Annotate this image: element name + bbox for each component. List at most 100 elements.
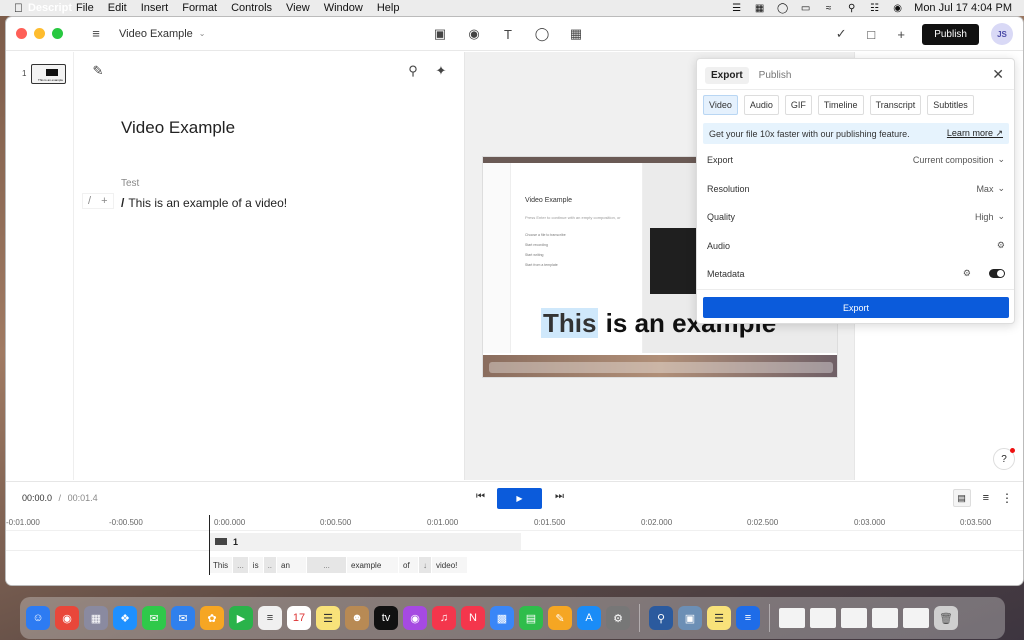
gap-block[interactable]: ...	[233, 557, 249, 573]
skip-forward-icon[interactable]: ⏭	[555, 491, 564, 502]
close-icon[interactable]: ✕	[992, 66, 1004, 83]
notes-icon[interactable]: ☰	[316, 606, 340, 630]
format-video[interactable]: Video	[703, 95, 738, 115]
document-title-dropdown[interactable]: Video Example ⌄	[119, 28, 206, 40]
menu-edit[interactable]: Edit	[108, 2, 127, 14]
menu-window[interactable]: Window	[324, 2, 363, 14]
pages-icon[interactable]: ✎	[548, 606, 572, 630]
shapes-icon[interactable]: ◯	[533, 25, 551, 43]
export-button[interactable]: Export	[703, 297, 1009, 318]
publish-button[interactable]: Publish	[922, 23, 979, 45]
format-transcript[interactable]: Transcript	[869, 95, 922, 115]
audio-settings-icon[interactable]: ⚙	[997, 240, 1005, 251]
timeline-view-icon[interactable]: ▤	[952, 489, 971, 507]
descript-status-icon[interactable]: ☰	[730, 3, 743, 14]
pen-tool-icon[interactable]: ✎	[89, 62, 107, 80]
siri-icon[interactable]: ◉	[891, 3, 904, 14]
close-window-button[interactable]	[16, 28, 27, 39]
music-icon[interactable]: ♫	[432, 606, 456, 630]
menu-file[interactable]: File	[76, 2, 94, 14]
word-block[interactable]: video!	[432, 557, 469, 573]
menubar-clock[interactable]: Mon Jul 17 4:04 PM	[914, 2, 1012, 14]
format-gif[interactable]: GIF	[784, 95, 812, 115]
avatar[interactable]: JS	[991, 23, 1013, 45]
quicktime-icon[interactable]: ⚲	[649, 606, 673, 630]
quality-dropdown[interactable]: High ⌄	[975, 211, 1005, 222]
news-icon[interactable]: N	[461, 606, 485, 630]
format-subtitles[interactable]: Subtitles	[927, 95, 974, 115]
scene-thumbnail[interactable]: This is an example	[31, 64, 66, 84]
keynote-icon[interactable]: ▩	[490, 606, 514, 630]
gap-block[interactable]: ↓	[419, 557, 433, 573]
metadata-settings-icon[interactable]: ⚙	[963, 268, 971, 279]
resolution-dropdown[interactable]: Max ⌄	[976, 183, 1005, 194]
more-options-icon[interactable]: ⋮	[1001, 491, 1013, 505]
list-view-icon[interactable]: ≡	[983, 492, 989, 504]
record-icon[interactable]: ◉	[465, 25, 483, 43]
podcasts-icon[interactable]: ◉	[403, 606, 427, 630]
numbers-icon[interactable]: ▤	[519, 606, 543, 630]
add-icon[interactable]: +	[101, 195, 107, 207]
minimized-window-thumbnail[interactable]	[810, 608, 836, 628]
text-tool-icon[interactable]: T	[499, 25, 517, 43]
script-paragraph[interactable]: / This is an example of a video!	[121, 196, 287, 210]
menu-controls[interactable]: Controls	[231, 2, 272, 14]
add-collaborator-icon[interactable]: +	[892, 25, 910, 43]
sync-status-icon[interactable]: ◯	[776, 3, 789, 14]
gap-block[interactable]: ..	[263, 557, 278, 573]
descript-icon[interactable]: ≡	[736, 606, 760, 630]
script-text[interactable]: This is an example of a video!	[128, 196, 287, 210]
menu-help[interactable]: Help	[377, 2, 400, 14]
tab-publish[interactable]: Publish	[753, 67, 798, 84]
zoom-window-button[interactable]	[52, 28, 63, 39]
word-block[interactable]: an	[277, 557, 308, 573]
learn-more-link[interactable]: Learn more ↗	[947, 128, 1003, 139]
apple-icon[interactable]: 	[14, 1, 28, 15]
reminders-icon[interactable]: ≡	[258, 606, 282, 630]
control-center-icon[interactable]: ☷	[868, 3, 881, 14]
minimized-window-thumbnail[interactable]	[872, 608, 898, 628]
metadata-toggle[interactable]	[989, 269, 1005, 278]
ai-sparkle-icon[interactable]: ✦	[432, 62, 450, 80]
search-icon[interactable]: ⚲	[404, 62, 422, 80]
system-settings-icon[interactable]: ⚙	[606, 606, 630, 630]
apple-tv-icon[interactable]: tv	[374, 606, 398, 630]
comment-icon[interactable]: □	[862, 25, 880, 43]
play-button[interactable]: ▶	[497, 488, 542, 509]
safari-icon[interactable]: ❖	[113, 606, 137, 630]
chrome-icon[interactable]: ◉	[55, 606, 79, 630]
wifi-icon[interactable]: ≈	[822, 3, 835, 14]
minimized-window-thumbnail[interactable]	[841, 608, 867, 628]
calendar-icon[interactable]: 17	[287, 606, 311, 630]
photos-icon[interactable]: ✿	[200, 606, 224, 630]
layout-grid-icon[interactable]: ▦	[567, 25, 585, 43]
playhead[interactable]	[209, 515, 210, 575]
slash-command-icon[interactable]: /	[88, 195, 91, 207]
app-store-icon[interactable]: A	[577, 606, 601, 630]
finder-icon[interactable]: ☺	[26, 606, 50, 630]
trash-icon[interactable]: 🗑	[934, 606, 958, 630]
skip-back-icon[interactable]: ⏮	[476, 491, 485, 502]
export-scope-dropdown[interactable]: Current composition ⌄	[913, 154, 1005, 165]
launchpad-icon[interactable]: ▦	[84, 606, 108, 630]
search-status-icon[interactable]: ⚲	[845, 3, 858, 14]
word-block[interactable]: This	[209, 557, 234, 573]
media-insert-icon[interactable]: ▣	[431, 25, 449, 43]
messages-icon[interactable]: ✉	[142, 606, 166, 630]
menu-format[interactable]: Format	[182, 2, 217, 14]
minimized-window-thumbnail[interactable]	[903, 608, 929, 628]
format-timeline[interactable]: Timeline	[817, 95, 864, 115]
tab-export[interactable]: Export	[705, 67, 749, 84]
word-block[interactable]: of	[399, 557, 420, 573]
scene-track[interactable]: 1	[209, 533, 521, 550]
menu-view[interactable]: View	[286, 2, 310, 14]
battery-icon[interactable]: ▭	[799, 3, 812, 14]
check-circle-icon[interactable]: ✓	[832, 25, 850, 43]
page-title[interactable]: Video Example	[121, 118, 235, 138]
contacts-icon[interactable]: ☻	[345, 606, 369, 630]
speaker-label[interactable]: Test	[121, 178, 139, 189]
mail-icon[interactable]: ✉	[171, 606, 195, 630]
grid-status-icon[interactable]: ▦	[753, 3, 766, 14]
help-button[interactable]: ?	[993, 448, 1015, 470]
project-menu-icon[interactable]: ≡	[87, 25, 105, 43]
